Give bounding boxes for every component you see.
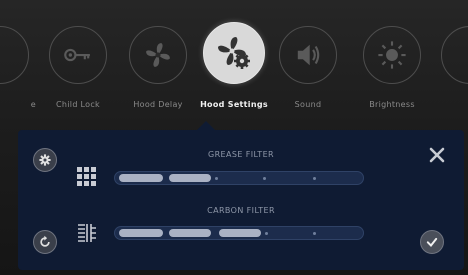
level-segment [119,174,163,182]
sun-icon [363,26,421,84]
menu-label: Brightness [369,100,415,109]
level-dot [215,177,218,180]
grease-filter-level-bar [114,171,364,185]
checkmark-icon [426,237,438,247]
hood-settings-screen: e Child Lock Hood Delay Hood Settings So… [0,0,468,275]
menu-label: Child Lock [56,100,100,109]
partial-icon [441,26,468,84]
menu-item-sound[interactable]: Sound [268,26,348,121]
menu-item-hood-settings[interactable]: Hood Settings [194,22,274,121]
partial-icon [0,26,29,84]
level-dot [313,177,316,180]
carbon-filter-title: CARBON FILTER [207,206,275,215]
fan-icon [129,26,187,84]
reset-button[interactable] [33,230,57,254]
menu-item-hood-delay[interactable]: Hood Delay [118,26,198,121]
fan-gear-icon [203,22,265,84]
menu-item-brightness[interactable]: Brightness [352,26,432,121]
carbon-filter-icon [78,224,96,242]
level-dot [263,177,266,180]
menu-item-child-lock[interactable]: Child Lock [38,26,118,121]
level-segment [119,229,163,237]
level-segment [169,229,211,237]
hood-settings-panel: GREASE FILTER CARBON FILTER [18,121,464,270]
level-dot [313,232,316,235]
key-icon [49,26,107,84]
menu-label: Sound [294,100,322,109]
menu-label: e [30,100,36,109]
menu-label: Hood Delay [133,100,183,109]
grease-filter-title: GREASE FILTER [208,150,274,159]
settings-carousel[interactable]: e Child Lock Hood Delay Hood Settings So… [0,0,468,128]
menu-item-partial-right[interactable] [430,26,468,121]
menu-label: Hood Settings [200,100,268,109]
reset-icon [40,235,50,247]
carbon-filter-level-bar [114,226,364,240]
grease-filter-icon [77,167,96,186]
confirm-button[interactable] [420,230,444,254]
speaker-icon [279,26,337,84]
level-dot [265,232,268,235]
level-segment [169,174,211,182]
level-segment [219,229,261,237]
menu-item-partial-left[interactable]: e [0,26,40,121]
